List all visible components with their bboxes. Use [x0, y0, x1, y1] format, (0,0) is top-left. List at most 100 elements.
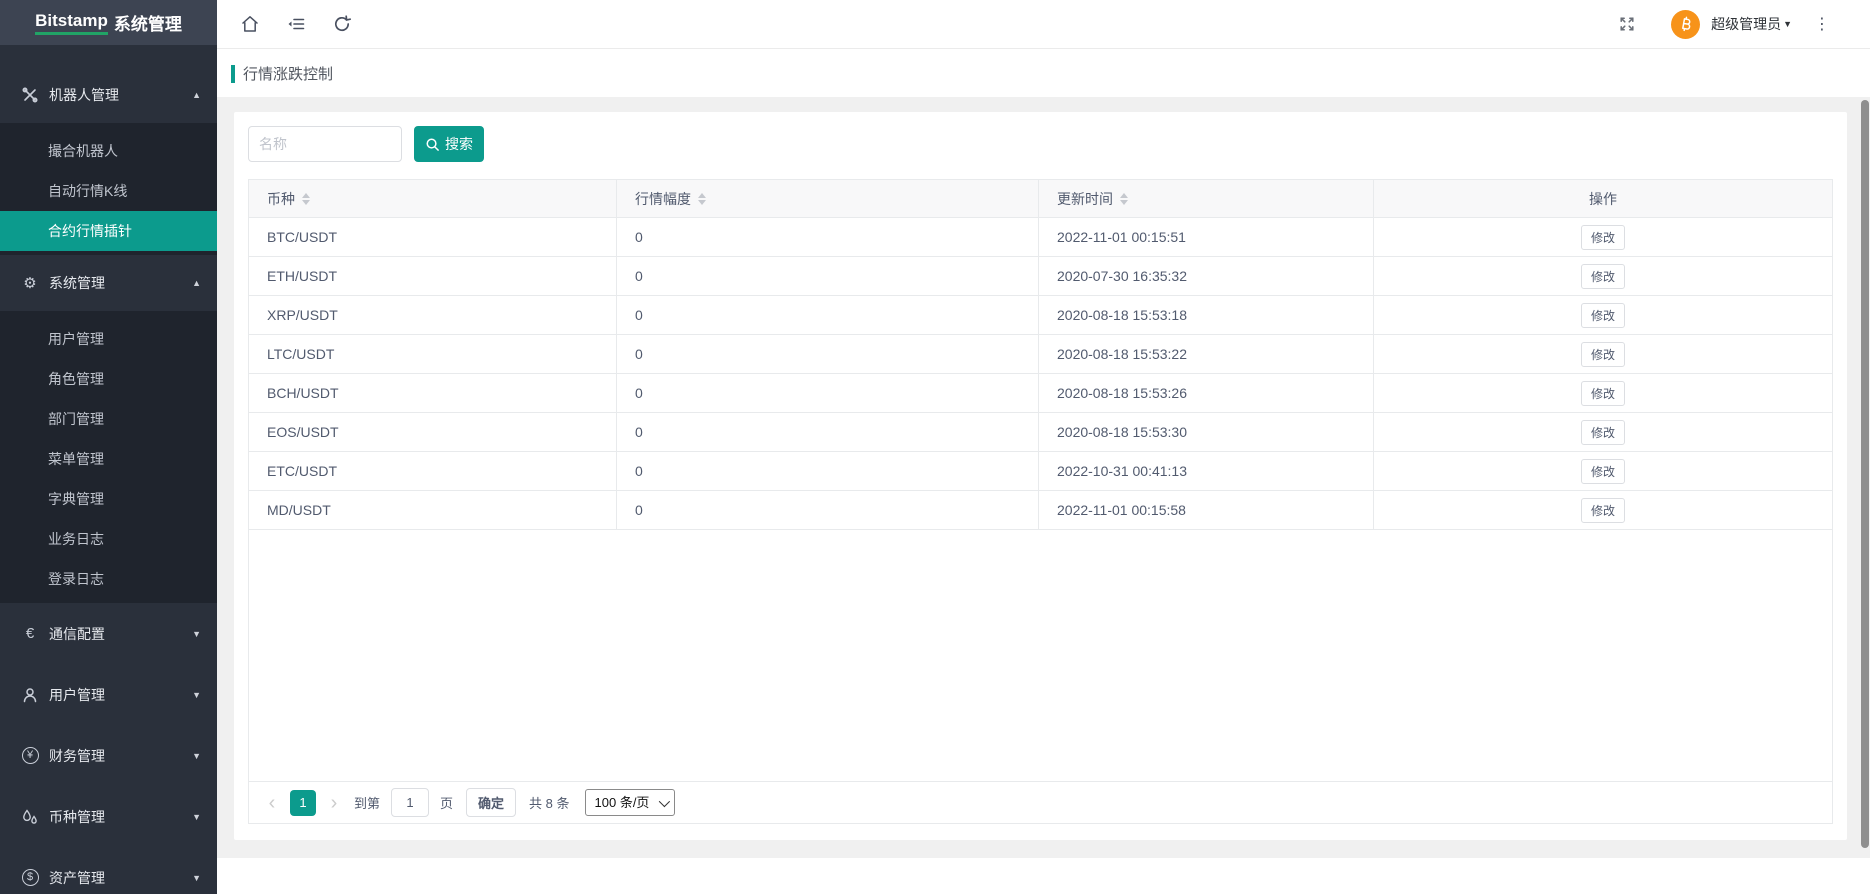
sidebar-group-label: 机器人管理 [49, 85, 119, 105]
cell-updated: 2022-11-01 00:15:58 [1039, 491, 1374, 529]
total-count-label: 共 8 条 [529, 793, 569, 812]
search-button-label: 搜索 [445, 134, 473, 154]
brand-name: Bitstamp [35, 11, 108, 35]
sidebar: Bitstamp 系统管理 机器人管理 ▲ 撮合机器人 自动行情K线 合约行情插… [0, 0, 217, 894]
sidebar-group-label: 通信配置 [49, 624, 105, 644]
next-page-icon[interactable]: › [321, 793, 347, 813]
sidebar-group-assets[interactable]: $ 资产管理 ▼ [0, 847, 217, 894]
edit-button[interactable]: 修改 [1581, 264, 1625, 289]
search-input[interactable] [248, 126, 402, 162]
edit-button[interactable]: 修改 [1581, 498, 1625, 523]
cell-pair: EOS/USDT [249, 413, 617, 451]
column-header-updated[interactable]: 更新时间 [1039, 180, 1374, 217]
cell-pair: LTC/USDT [249, 335, 617, 373]
sidebar-item-contract-pin[interactable]: 合约行情插针 [0, 211, 217, 251]
chevron-down-icon: ▼ [192, 812, 201, 822]
chevron-down-icon: ▼ [192, 873, 201, 883]
tools-icon [20, 86, 40, 104]
sidebar-group-label: 资产管理 [49, 868, 105, 888]
table-row: ETC/USDT 0 2022-10-31 00:41:13 修改 [249, 452, 1832, 491]
cell-range: 0 [617, 452, 1039, 490]
cell-pair: MD/USDT [249, 491, 617, 529]
sidebar-group-comm[interactable]: € 通信配置 ▼ [0, 603, 217, 664]
page-title: 行情涨跌控制 [243, 63, 333, 84]
sidebar-item-login-log[interactable]: 登录日志 [0, 559, 217, 599]
cell-pair: ETC/USDT [249, 452, 617, 490]
yen-circle-icon: ¥ [20, 747, 40, 764]
sidebar-group-robot[interactable]: 机器人管理 ▲ [0, 67, 217, 123]
sort-icon[interactable] [698, 193, 706, 205]
drops-icon [20, 808, 40, 826]
cell-range: 0 [617, 218, 1039, 256]
sidebar-group-finance[interactable]: ¥ 财务管理 ▼ [0, 725, 217, 786]
sidebar-submenu-robot: 撮合机器人 自动行情K线 合约行情插针 [0, 123, 217, 255]
column-header-actions: 操作 [1374, 180, 1832, 217]
table-row: XRP/USDT 0 2020-08-18 15:53:18 修改 [249, 296, 1832, 335]
edit-button[interactable]: 修改 [1581, 420, 1625, 445]
user-menu-caret-icon[interactable]: ▼ [1783, 19, 1792, 29]
sidebar-group-coins[interactable]: 币种管理 ▼ [0, 786, 217, 847]
edit-button[interactable]: 修改 [1581, 342, 1625, 367]
page-number-button[interactable]: 1 [290, 790, 316, 816]
cell-range: 0 [617, 491, 1039, 529]
euro-icon: € [20, 625, 40, 642]
pagination-bar: ‹ 1 › 到第 页 确定 共 8 条 100 条/页 [249, 781, 1832, 823]
table-header-row: 币种 行情幅度 更新时间 操作 [249, 180, 1832, 218]
sidebar-group-label: 币种管理 [49, 807, 105, 827]
cell-updated: 2020-08-18 15:53:30 [1039, 413, 1374, 451]
dollar-circle-icon: $ [20, 869, 40, 886]
app-logo: Bitstamp 系统管理 [0, 0, 217, 45]
search-icon [425, 137, 440, 152]
search-toolbar: 搜索 [248, 126, 1833, 162]
chevron-down-icon: ▼ [192, 690, 201, 700]
sidebar-item-matching-robot[interactable]: 撮合机器人 [0, 131, 217, 171]
sidebar-item-role-mgmt[interactable]: 角色管理 [0, 359, 217, 399]
content-card: 搜索 币种 行情幅度 更新时间 操作 [234, 112, 1847, 840]
column-header-pair[interactable]: 币种 [249, 180, 617, 217]
cell-range: 0 [617, 335, 1039, 373]
cell-range: 0 [617, 296, 1039, 334]
chevron-up-icon: ▲ [192, 278, 201, 288]
cell-pair: ETH/USDT [249, 257, 617, 295]
page-size-select-wrap: 100 条/页 [585, 789, 675, 816]
edit-button[interactable]: 修改 [1581, 225, 1625, 250]
sidebar-item-menu-mgmt[interactable]: 菜单管理 [0, 439, 217, 479]
sidebar-group-system[interactable]: ⚙ 系统管理 ▲ [0, 255, 217, 311]
sidebar-group-label: 用户管理 [49, 685, 105, 705]
sidebar-item-biz-log[interactable]: 业务日志 [0, 519, 217, 559]
sidebar-group-label: 系统管理 [49, 273, 105, 293]
home-icon[interactable] [240, 14, 260, 34]
goto-suffix-label: 页 [440, 793, 453, 812]
sort-icon[interactable] [302, 193, 310, 205]
table-row: MD/USDT 0 2022-11-01 00:15:58 修改 [249, 491, 1832, 530]
cell-pair: XRP/USDT [249, 296, 617, 334]
sidebar-item-dict-mgmt[interactable]: 字典管理 [0, 479, 217, 519]
cell-updated: 2020-08-18 15:53:18 [1039, 296, 1374, 334]
main-content: 搜索 币种 行情幅度 更新时间 操作 [217, 97, 1870, 858]
table-row: ETH/USDT 0 2020-07-30 16:35:32 修改 [249, 257, 1832, 296]
edit-button[interactable]: 修改 [1581, 381, 1625, 406]
confirm-button[interactable]: 确定 [466, 788, 516, 817]
bitcoin-avatar[interactable] [1671, 10, 1700, 39]
sidebar-item-auto-kline[interactable]: 自动行情K线 [0, 171, 217, 211]
more-menu-icon[interactable]: ⋮ [1814, 14, 1830, 34]
goto-page-input[interactable] [391, 788, 429, 817]
prev-page-icon[interactable]: ‹ [259, 793, 285, 813]
user-name[interactable]: 超级管理员 [1711, 14, 1781, 34]
sidebar-group-users[interactable]: 用户管理 ▼ [0, 664, 217, 725]
vertical-scrollbar[interactable] [1861, 100, 1869, 848]
search-button[interactable]: 搜索 [414, 126, 484, 162]
sort-icon[interactable] [1120, 193, 1128, 205]
edit-button[interactable]: 修改 [1581, 459, 1625, 484]
fullscreen-icon[interactable] [1617, 14, 1637, 34]
top-header: 超级管理员 ▼ ⋮ [217, 0, 1870, 49]
column-header-range[interactable]: 行情幅度 [617, 180, 1039, 217]
sidebar-group-label: 财务管理 [49, 746, 105, 766]
cell-range: 0 [617, 257, 1039, 295]
edit-button[interactable]: 修改 [1581, 303, 1625, 328]
sidebar-item-dept-mgmt[interactable]: 部门管理 [0, 399, 217, 439]
sidebar-item-user-mgmt[interactable]: 用户管理 [0, 319, 217, 359]
collapse-sidebar-icon[interactable] [286, 14, 306, 34]
refresh-icon[interactable] [332, 14, 352, 34]
page-size-select[interactable]: 100 条/页 [585, 789, 675, 816]
